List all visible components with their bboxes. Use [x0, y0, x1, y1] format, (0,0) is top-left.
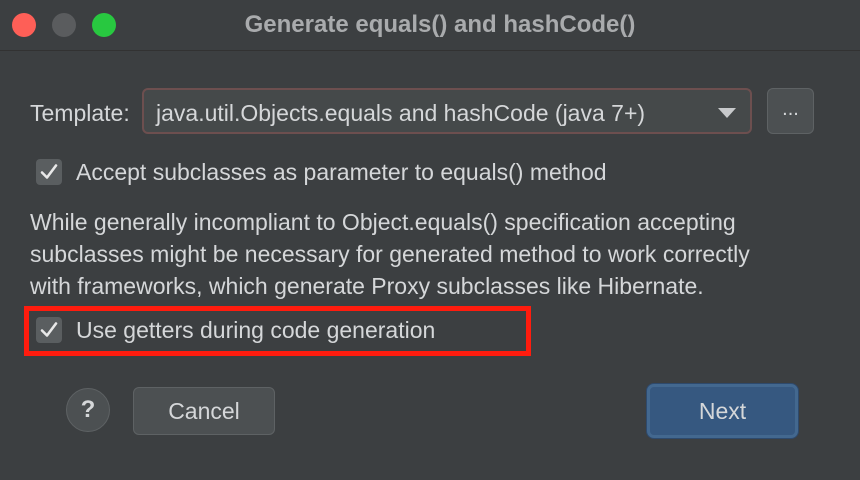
- template-dropdown-value: java.util.Objects.equals and hashCode (j…: [156, 100, 646, 126]
- help-icon: ?: [80, 396, 96, 423]
- cancel-button[interactable]: Cancel: [133, 387, 275, 435]
- template-label: Template:: [30, 100, 130, 126]
- dialog-title: Generate equals() and hashCode(): [244, 11, 636, 38]
- accept-subclasses-label: Accept subclasses as parameter to equals…: [76, 159, 607, 185]
- help-button[interactable]: ?: [66, 388, 110, 432]
- description-line: with frameworks, which generate Proxy su…: [30, 273, 704, 299]
- description-line: subclasses might be necessary for genera…: [30, 241, 750, 267]
- highlight-box: [24, 306, 531, 356]
- template-dropdown[interactable]: java.util.Objects.equals and hashCode (j…: [142, 88, 752, 134]
- description-line: While generally incompliant to Object.eq…: [30, 209, 736, 235]
- accept-subclasses-checkbox[interactable]: [36, 159, 62, 185]
- checkmark-icon: [40, 164, 58, 179]
- next-button[interactable]: Next: [647, 384, 798, 438]
- title-bar: Generate equals() and hashCode(): [0, 0, 860, 51]
- browse-templates-button[interactable]: ...: [767, 88, 814, 134]
- dialog-window: Generate equals() and hashCode() Templat…: [0, 0, 860, 480]
- template-row: Template: java.util.Objects.equals and h…: [30, 88, 830, 138]
- subclasses-description: While generally incompliant to Object.eq…: [30, 206, 830, 302]
- dropdown-arrow-icon: [718, 108, 736, 118]
